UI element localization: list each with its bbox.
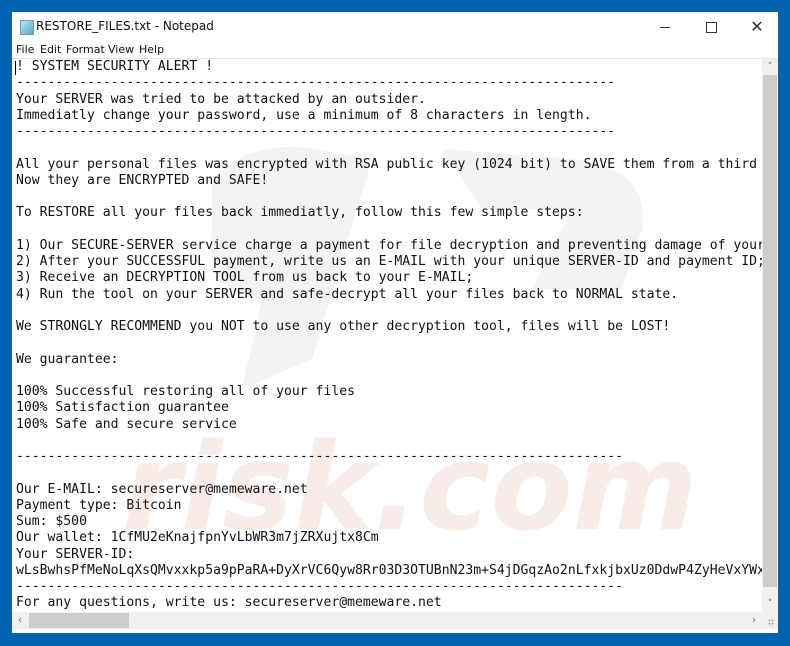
text-line: Now they are ENCRYPTED and SAFE! xyxy=(16,172,269,188)
maximize-button[interactable] xyxy=(688,12,734,42)
vertical-scrollbar[interactable]: ˄ ˅ xyxy=(762,59,778,612)
text-line: Your SERVER-ID: xyxy=(16,546,135,562)
resize-grip-icon xyxy=(768,619,775,626)
text-line: ----------------------------------------… xyxy=(16,124,616,139)
horizontal-scroll-thumb[interactable] xyxy=(29,613,129,628)
text-editor-area[interactable]: risk.com ! SYSTEM SECURITY ALERT ! -----… xyxy=(12,59,762,612)
text-line: 100% Safe and secure service xyxy=(16,416,237,432)
menu-view[interactable]: View xyxy=(108,43,134,56)
text-line: Our E-MAIL: secureserver@memeware.net xyxy=(16,481,308,497)
text-line: Your SERVER was tried to be attacked by … xyxy=(16,91,426,107)
notepad-app-icon xyxy=(20,20,34,35)
resize-grip[interactable] xyxy=(762,612,778,629)
text-line: We STRONGLY RECOMMEND you NOT to use any… xyxy=(16,319,671,334)
text-line: To RESTORE all your files back immediatl… xyxy=(16,205,584,221)
text-line: Payment type: Bitcoin xyxy=(16,497,182,513)
text-line: We guarantee: xyxy=(16,351,119,367)
text-line: ----------------------------------------… xyxy=(16,579,623,594)
menu-edit[interactable]: Edit xyxy=(40,43,61,56)
scroll-up-arrow-icon[interactable]: ˄ xyxy=(762,59,778,75)
text-line: 3) Receive an DECRYPTION TOOL from us ba… xyxy=(16,270,474,286)
minimize-icon xyxy=(660,26,670,28)
text-line: 2) After your SUCCESSFUL payment, write … xyxy=(16,254,762,269)
text-line: Our wallet: 1CfMU2eKnajfpnYvLbWR3m7jZRXu… xyxy=(16,530,379,546)
menu-bar: File Edit Format View Help xyxy=(12,42,778,59)
text-line: 100% Satisfaction guarantee xyxy=(16,400,229,416)
text-line: ----------------------------------------… xyxy=(16,75,616,91)
minimize-button[interactable] xyxy=(642,12,688,42)
close-button[interactable]: ✕ xyxy=(734,12,780,42)
text-line: wLsBwhsPfMeNoLqXsQMvxxkp5a9pPaRA+DyXrVC6… xyxy=(16,562,762,578)
text-line: All your personal files was encrypted wi… xyxy=(16,156,758,172)
text-line: For any questions, write us: secureserve… xyxy=(16,595,442,611)
text-line: 4) Run the tool on your SERVER and safe-… xyxy=(16,286,679,302)
window-title: RESTORE_FILES.txt - Notepad xyxy=(36,19,214,33)
text-line: 100% Successful restoring all of your fi… xyxy=(16,384,355,399)
vertical-scroll-thumb[interactable] xyxy=(763,75,777,587)
close-icon: ✕ xyxy=(750,17,764,36)
scroll-down-arrow-icon[interactable]: ˅ xyxy=(762,596,778,612)
horizontal-scrollbar[interactable]: ‹ › xyxy=(12,612,762,629)
text-line: ! SYSTEM SECURITY ALERT ! xyxy=(16,59,214,74)
menu-help[interactable]: Help xyxy=(139,43,164,56)
menu-format[interactable]: Format xyxy=(66,43,105,56)
document-text[interactable]: ! SYSTEM SECURITY ALERT ! --------------… xyxy=(16,59,762,612)
notepad-window: RESTORE_FILES.txt - Notepad ✕ File Edit … xyxy=(12,12,778,633)
text-line: 1) Our SECURE-SERVER service charge a pa… xyxy=(16,237,762,253)
menu-file[interactable]: File xyxy=(16,43,34,56)
text-line: Sum: $500 xyxy=(16,514,87,529)
text-line: ----------------------------------------… xyxy=(16,449,623,464)
scroll-left-arrow-icon[interactable]: ‹ xyxy=(12,612,28,629)
maximize-icon xyxy=(705,21,717,33)
scroll-right-arrow-icon[interactable]: › xyxy=(746,612,762,629)
text-line: Immediatly change your password, use a m… xyxy=(16,107,592,123)
title-bar[interactable]: RESTORE_FILES.txt - Notepad ✕ xyxy=(12,12,778,42)
